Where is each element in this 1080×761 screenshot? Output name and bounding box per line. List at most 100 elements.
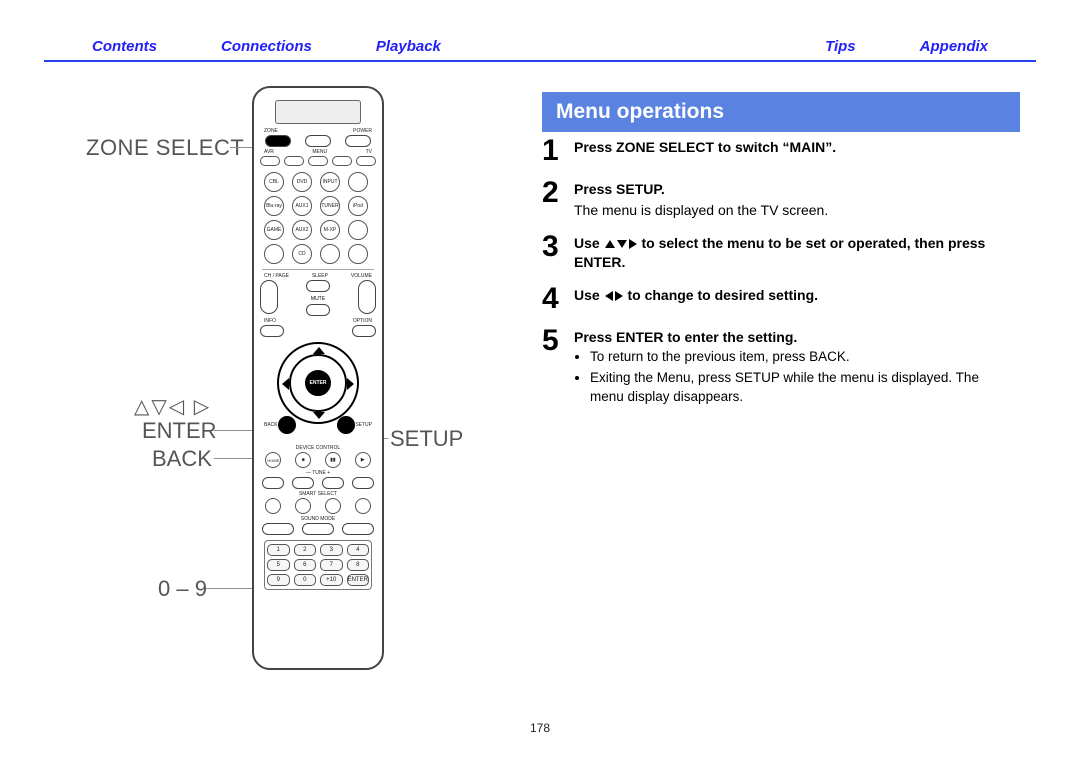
numpad-key: 2	[294, 544, 317, 556]
remote-option-button	[352, 325, 376, 337]
top-nav: Contents Connections Playback Tips Appen…	[92, 38, 988, 55]
nav-connections[interactable]: Connections	[221, 38, 312, 55]
remote-input-button	[348, 172, 368, 192]
step-2: 2 Press SETUP. The menu is displayed on …	[542, 178, 1014, 220]
remote-input-button	[264, 244, 284, 264]
remote-input-button: Blu-ray	[264, 196, 284, 216]
step-bullets: To return to the previous item, press BA…	[574, 348, 1014, 407]
remote-back-button	[278, 416, 296, 434]
numpad-key: ENTER	[347, 574, 370, 586]
remote-tv-label: TV	[366, 149, 372, 155]
remote-mute-label: MUTE	[281, 296, 355, 302]
step-3: 3 Use to select the menu to be set or op…	[542, 232, 1014, 272]
step-text: Press ZONE SELECT to switch “MAIN”.	[574, 139, 836, 155]
remote-small-button	[284, 156, 304, 166]
remote-transport-button: ▮▮	[325, 452, 341, 468]
remote-small-button	[332, 156, 352, 166]
remote-sleep-label: SLEEP	[312, 273, 328, 279]
remote-input-button: TUNER	[320, 196, 340, 216]
step-number: 2	[542, 178, 574, 220]
remote-device-control-label: DEVICE CONTROL	[296, 445, 340, 451]
step-text: Press SETUP.	[574, 181, 665, 197]
step-text: Press ENTER to enter the setting.	[574, 329, 797, 345]
remote-setup-label: SETUP	[355, 422, 372, 428]
remote-input-button: INPUT	[320, 172, 340, 192]
remote-tune-label: — TUNE +	[306, 470, 330, 476]
numpad-key: 0	[294, 574, 317, 586]
step-5: 5 Press ENTER to enter the setting. To r…	[542, 326, 1014, 410]
bullet-item: To return to the previous item, press BA…	[590, 348, 1014, 367]
remote-smart-button	[265, 498, 281, 514]
remote-avr-label: AVR	[264, 149, 274, 155]
numpad-key: 6	[294, 559, 317, 571]
remote-transport-button: ▶	[355, 452, 371, 468]
remote-input-button: AUX1	[292, 196, 312, 216]
triangle-right-icon	[629, 239, 637, 249]
nav-appendix[interactable]: Appendix	[920, 38, 988, 55]
remote-chpage-rocker	[260, 280, 278, 314]
remote-transport-button	[292, 477, 314, 489]
triangle-left-icon	[605, 291, 613, 301]
remote-control-diagram: ZONE POWER AVR MENU TV CBL DVD INPUT Blu…	[252, 86, 384, 670]
page-number: 178	[0, 721, 1080, 735]
remote-sleep-button	[306, 280, 330, 292]
remote-option-label: OPTION	[353, 318, 372, 324]
remote-display	[275, 100, 361, 124]
steps-list: 1 Press ZONE SELECT to switch “MAIN”. 2 …	[542, 136, 1014, 421]
remote-power-button	[345, 135, 371, 147]
leader-line	[206, 588, 258, 589]
remote-dpad: ENTER	[277, 342, 359, 424]
remote-input-button: M-XP	[320, 220, 340, 240]
remote-input-button: DVD	[292, 172, 312, 192]
step-subtext: The menu is displayed on the TV screen.	[574, 201, 828, 220]
remote-smart-button	[355, 498, 371, 514]
remote-home-button: HOME	[265, 452, 281, 468]
remote-enter-button: ENTER	[305, 370, 331, 396]
dpad-right-icon	[347, 378, 354, 390]
step-text: Use	[574, 235, 604, 251]
remote-sound-mode-button	[302, 523, 334, 535]
step-number: 5	[542, 326, 574, 410]
remote-transport-button: ■	[295, 452, 311, 468]
remote-sound-mode-label: SOUND MODE	[301, 516, 335, 522]
dpad-up-icon	[313, 347, 325, 354]
bullet-item: Exiting the Menu, press SETUP while the …	[590, 369, 1014, 407]
remote-power-label: POWER	[353, 128, 372, 134]
step-number: 3	[542, 232, 574, 272]
numpad-key: 1	[267, 544, 290, 556]
numpad-key: +10	[320, 574, 343, 586]
triangle-down-icon	[617, 240, 627, 248]
step-text: to change to desired setting.	[624, 287, 818, 303]
remote-input-button: CD	[292, 244, 312, 264]
step-text: Use	[574, 287, 604, 303]
nav-divider	[44, 60, 1036, 62]
remote-mute-button	[306, 304, 330, 316]
numpad-key: 9	[267, 574, 290, 586]
remote-menu-label: MENU	[312, 149, 327, 155]
step-number: 4	[542, 284, 574, 314]
triangle-right-icon	[615, 291, 623, 301]
remote-zone-label: ZONE	[264, 128, 278, 134]
remote-smart-button	[295, 498, 311, 514]
callout-setup: SETUP	[390, 426, 463, 452]
section-heading: Menu operations	[542, 92, 1020, 132]
remote-input-button	[320, 244, 340, 264]
step-4: 4 Use to change to desired setting.	[542, 284, 1014, 314]
nav-tips[interactable]: Tips	[825, 38, 856, 55]
callout-enter: ENTER	[142, 418, 217, 444]
numpad-key: 8	[347, 559, 370, 571]
remote-volume-rocker	[358, 280, 376, 314]
callout-zone-select: ZONE SELECT	[86, 135, 244, 161]
step-1: 1 Press ZONE SELECT to switch “MAIN”.	[542, 136, 1014, 166]
remote-info-label: INFO	[264, 318, 276, 324]
remote-small-button	[260, 156, 280, 166]
nav-contents[interactable]: Contents	[92, 38, 157, 55]
callout-back: BACK	[152, 446, 212, 472]
remote-transport-button	[262, 477, 284, 489]
nav-playback[interactable]: Playback	[376, 38, 441, 55]
remote-small-button	[356, 156, 376, 166]
dpad-left-icon	[282, 378, 289, 390]
triangle-up-icon	[605, 240, 615, 248]
remote-input-button: GAME	[264, 220, 284, 240]
remote-input-button	[348, 220, 368, 240]
